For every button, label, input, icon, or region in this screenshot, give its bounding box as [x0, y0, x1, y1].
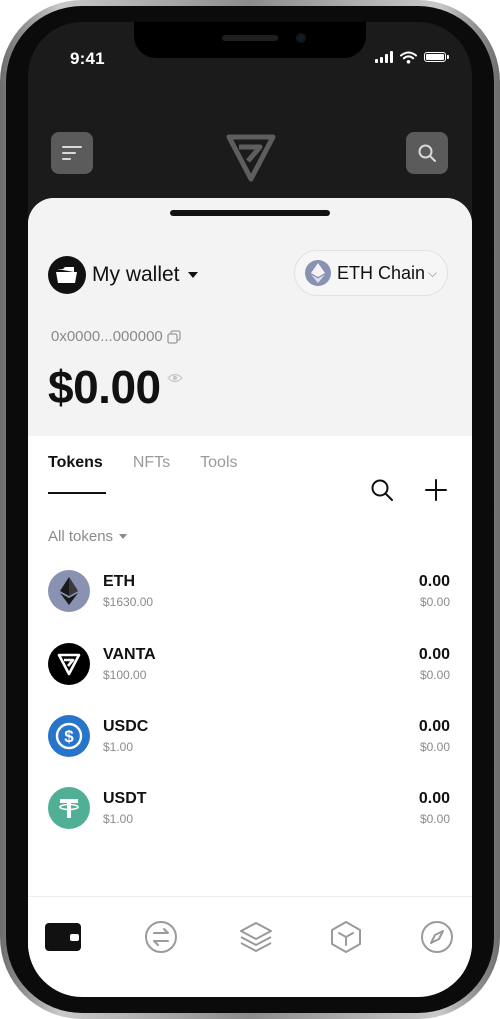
menu-icon	[62, 146, 82, 160]
token-amount: 0.00 $0.00	[419, 790, 450, 826]
nav-swap[interactable]	[141, 917, 181, 957]
nav-cube[interactable]	[326, 917, 366, 957]
tab-nfts[interactable]: NFTs	[133, 454, 170, 494]
status-icons	[375, 49, 449, 65]
token-info: USDT $1.00	[103, 790, 147, 826]
wallet-balance: $0.00	[48, 361, 161, 413]
token-price: $1.00	[103, 812, 134, 826]
chain-label: ETH Chain	[337, 262, 426, 283]
wifi-icon	[400, 51, 417, 64]
eth-chain-icon	[305, 260, 331, 286]
token-price: $1630.00	[103, 595, 154, 609]
address-row: 0x0000...000000	[51, 328, 181, 345]
cube-icon	[331, 921, 361, 953]
wallet-avatar	[48, 256, 86, 294]
usdc-icon: $	[48, 715, 90, 757]
swap-icon	[145, 921, 177, 953]
token-value: $0.00	[419, 740, 450, 754]
caret-down-icon	[187, 272, 198, 278]
token-balance: 0.00	[418, 718, 450, 735]
camera	[296, 33, 306, 43]
token-row[interactable]: VANTA $100.00 0.00 $0.00	[48, 641, 450, 687]
token-value: $0.00	[419, 595, 450, 609]
wallet-sheet: My wallet ETH Chain ⌵ 0x0000...000000 $0…	[28, 198, 472, 997]
token-amount: 0.00 $0.00	[419, 646, 450, 682]
usdt-icon	[48, 787, 90, 829]
token-info: VANTA $100.00	[103, 646, 156, 682]
compass-icon	[421, 921, 453, 953]
notch	[134, 22, 366, 58]
token-symbol: ETH	[103, 573, 135, 590]
token-row[interactable]: ETH $1630.00 0.00 $0.00	[48, 568, 450, 614]
search-icon	[371, 479, 393, 501]
menu-button[interactable]	[51, 132, 93, 174]
nav-wallet[interactable]	[43, 917, 83, 957]
wallet-name: My wallet	[92, 263, 180, 286]
battery-icon	[424, 52, 449, 62]
balance-row: $0.00	[48, 360, 183, 414]
token-search-button[interactable]	[368, 476, 396, 504]
add-token-button[interactable]	[422, 476, 450, 504]
search-icon	[418, 144, 436, 162]
token-balance: 0.00	[418, 573, 450, 590]
eye-icon[interactable]	[166, 372, 183, 384]
bottom-nav	[28, 896, 472, 977]
layers-icon	[240, 922, 272, 952]
token-amount: 0.00 $0.00	[419, 718, 450, 754]
caret-down-icon	[119, 534, 128, 539]
token-value: $0.00	[419, 668, 450, 682]
signal-icon	[375, 51, 393, 63]
nav-layers[interactable]	[236, 917, 276, 957]
tab-tokens[interactable]: Tokens	[48, 454, 106, 494]
token-symbol: USDT	[103, 790, 147, 807]
copy-icon[interactable]	[167, 329, 181, 344]
asset-tabs: Tokens NFTs Tools	[48, 454, 238, 494]
token-filter[interactable]: All tokens	[48, 528, 128, 545]
sheet-handle[interactable]	[170, 210, 330, 216]
token-value: $0.00	[419, 812, 450, 826]
token-price: $1.00	[103, 740, 134, 754]
tab-tools[interactable]: Tools	[200, 454, 237, 494]
vanta-icon	[48, 643, 90, 685]
folder-icon	[56, 267, 77, 283]
token-amount: 0.00 $0.00	[419, 573, 450, 609]
token-row[interactable]: $ USDC $1.00 0.00 $0.00	[48, 713, 450, 759]
chain-selector[interactable]: ETH Chain ⌵	[294, 250, 448, 296]
token-info: ETH $1630.00	[103, 573, 153, 609]
chevron-down-icon: ⌵	[428, 265, 438, 280]
token-balance: 0.00	[418, 646, 450, 663]
search-button[interactable]	[406, 132, 448, 174]
filter-label: All tokens	[48, 528, 114, 545]
status-time: 9:41	[70, 49, 105, 68]
wallet-selector[interactable]: My wallet	[48, 256, 198, 294]
token-row[interactable]: USDT $1.00 0.00 $0.00	[48, 785, 450, 831]
wallet-icon	[45, 923, 81, 951]
eth-icon	[48, 570, 90, 612]
vanta-logo	[226, 134, 276, 182]
nav-discover[interactable]	[417, 917, 457, 957]
token-symbol: USDC	[103, 718, 149, 735]
token-balance: 0.00	[418, 790, 450, 807]
token-price: $100.00	[103, 668, 147, 682]
speaker	[222, 35, 278, 41]
wallet-address: 0x0000...000000	[51, 328, 163, 345]
token-symbol: VANTA	[103, 646, 156, 663]
phone-screen: 9:41 My wallet ETH Chain ⌵ 0x0000...0000…	[28, 22, 472, 997]
plus-icon	[425, 479, 447, 501]
svg-text:$: $	[64, 727, 74, 746]
token-info: USDC $1.00	[103, 718, 148, 754]
